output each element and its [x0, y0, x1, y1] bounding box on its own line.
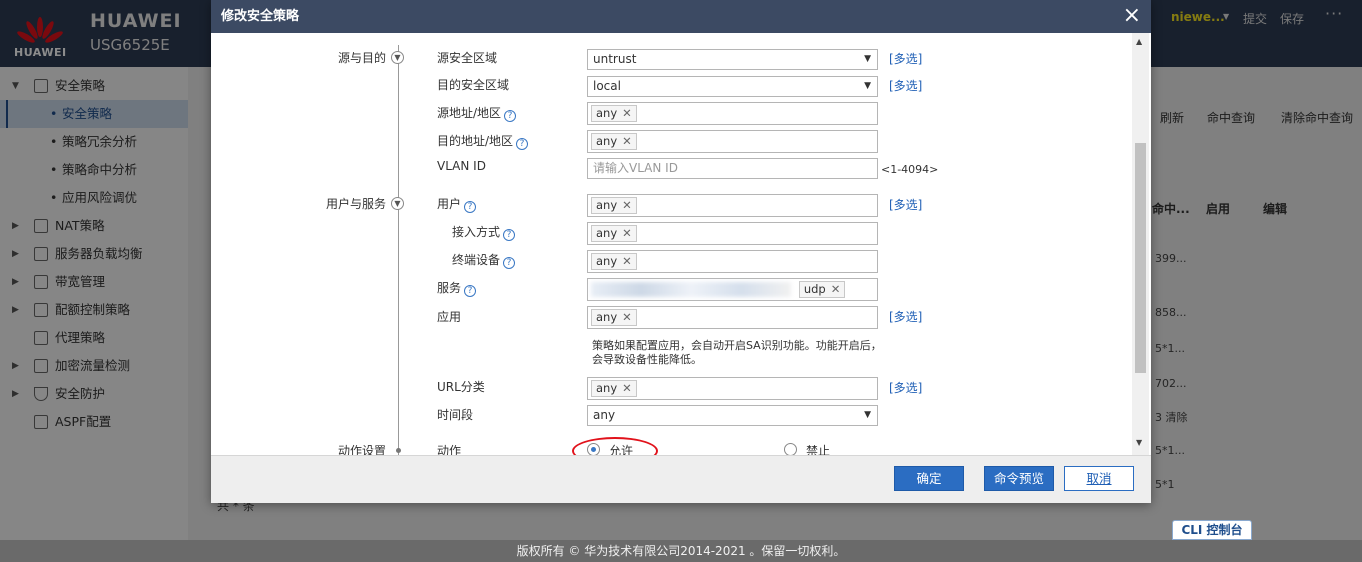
dst-addr-label: 目的地址/地区? — [437, 132, 529, 150]
highlight-annotation — [572, 437, 658, 455]
remove-tag-icon[interactable]: ✕ — [622, 226, 632, 240]
user-multiselect-link[interactable]: [多选] — [889, 196, 922, 213]
scroll-up-icon[interactable]: ▲ — [1136, 37, 1142, 46]
ok-button[interactable]: 确定 — [894, 466, 964, 491]
redacted-service-tags — [591, 282, 791, 297]
src-zone-label: 源安全区域 — [437, 51, 498, 65]
time-range-label: 时间段 — [437, 408, 474, 422]
tag-any: any ✕ — [591, 133, 637, 150]
dropdown-arrow-icon: ▼ — [864, 410, 871, 420]
terminal-tag-input[interactable]: any ✕ — [587, 250, 878, 273]
footer-copyright: 版权所有 © 华为技术有限公司2014-2021 。保留一切权利。 — [0, 540, 1362, 562]
remove-tag-icon[interactable]: ✕ — [622, 134, 632, 148]
terminal-label: 终端设备? — [452, 251, 516, 269]
tag-any: any ✕ — [591, 253, 637, 270]
help-icon[interactable]: ? — [504, 110, 517, 122]
dialog-scrollbar[interactable]: ▲ ▼ — [1132, 33, 1149, 455]
dst-zone-multiselect-link[interactable]: [多选] — [889, 77, 922, 94]
close-icon[interactable]: × — [1123, 3, 1141, 29]
application-note: 策略如果配置应用，会自动开启SA识别功能。功能开启后，会导致设备性能降低。 — [592, 339, 882, 366]
vlan-input[interactable]: 请输入VLAN ID — [587, 158, 878, 179]
remove-tag-icon[interactable]: ✕ — [622, 254, 632, 268]
dropdown-arrow-icon: ▼ — [864, 81, 871, 91]
vlan-range-hint: <1-4094> — [881, 163, 939, 176]
cli-console-button[interactable]: CLI 控制台 — [1172, 520, 1252, 540]
dst-addr-tag-input[interactable]: any ✕ — [587, 130, 878, 153]
tag-any: any ✕ — [591, 105, 637, 122]
service-tag-input[interactable]: udp ✕ — [587, 278, 878, 301]
dialog-title: 修改安全策略 — [211, 0, 1151, 33]
remove-tag-icon[interactable]: ✕ — [622, 310, 632, 324]
application-tag-input[interactable]: any ✕ — [587, 306, 878, 329]
scroll-down-icon[interactable]: ▼ — [1136, 438, 1142, 447]
help-icon[interactable]: ? — [464, 201, 477, 213]
help-icon[interactable]: ? — [503, 257, 516, 269]
user-tag-input[interactable]: any ✕ — [587, 194, 878, 217]
remove-tag-icon[interactable]: ✕ — [831, 282, 841, 296]
tag-any: any ✕ — [591, 380, 637, 397]
section-dot — [396, 448, 401, 453]
service-label: 服务? — [437, 279, 477, 297]
help-icon[interactable]: ? — [503, 229, 516, 241]
url-category-tag-input[interactable]: any ✕ — [587, 377, 878, 400]
action-deny-radio[interactable] — [784, 443, 797, 455]
url-multiselect-link[interactable]: [多选] — [889, 379, 922, 396]
section-timeline — [398, 45, 399, 455]
dst-zone-label: 目的安全区域 — [437, 78, 510, 92]
src-addr-label: 源地址/地区? — [437, 104, 517, 122]
application-multiselect-link[interactable]: [多选] — [889, 308, 922, 325]
dialog-body[interactable]: 源与目的 ▼ 用户与服务 ▼ 动作设置 源安全区域 untrust ▼ [多选]… — [211, 33, 1151, 455]
help-icon[interactable]: ? — [464, 285, 477, 297]
help-icon[interactable]: ? — [516, 138, 529, 150]
tag-any: any ✕ — [591, 197, 637, 214]
access-mode-label: 接入方式? — [452, 223, 516, 241]
section-user-service: 用户与服务 — [325, 197, 386, 211]
dst-zone-select[interactable]: local ▼ — [587, 76, 878, 97]
tag-udp: udp ✕ — [798, 281, 846, 298]
access-mode-tag-input[interactable]: any ✕ — [587, 222, 878, 245]
src-zone-value: untrust — [593, 52, 637, 66]
time-range-select[interactable]: any ▼ — [587, 405, 878, 426]
remove-tag-icon[interactable]: ✕ — [622, 381, 632, 395]
application-label: 应用 — [437, 310, 462, 324]
action-label: 动作 — [437, 444, 462, 455]
tag-any: any ✕ — [591, 309, 637, 326]
src-zone-multiselect-link[interactable]: [多选] — [889, 50, 922, 67]
command-preview-button[interactable]: 命令预览 — [984, 466, 1054, 491]
user-label: 用户? — [437, 195, 477, 213]
url-category-label: URL分类 — [437, 380, 485, 394]
remove-tag-icon[interactable]: ✕ — [622, 106, 632, 120]
scroll-thumb[interactable] — [1135, 143, 1146, 373]
tag-any: any ✕ — [591, 225, 637, 242]
remove-tag-icon[interactable]: ✕ — [622, 198, 632, 212]
vlan-label: VLAN ID — [437, 159, 486, 173]
src-zone-select[interactable]: untrust ▼ — [587, 49, 878, 70]
src-addr-tag-input[interactable]: any ✕ — [587, 102, 878, 125]
section-source-dest: 源与目的 — [337, 51, 386, 65]
edit-policy-dialog: 修改安全策略 × 源与目的 ▼ 用户与服务 ▼ 动作设置 源安全区域 untru… — [211, 0, 1151, 503]
collapse-icon[interactable]: ▼ — [391, 51, 404, 64]
cancel-button[interactable]: 取消 — [1064, 466, 1134, 491]
section-action-settings: 动作设置 — [337, 444, 386, 455]
time-range-value: any — [593, 408, 616, 422]
dialog-footer: 确定 命令预览 取消 — [211, 455, 1151, 503]
dst-zone-value: local — [593, 79, 621, 93]
action-deny-label[interactable]: 禁止 — [806, 442, 830, 455]
dropdown-arrow-icon: ▼ — [864, 54, 871, 64]
collapse-icon[interactable]: ▼ — [391, 197, 404, 210]
